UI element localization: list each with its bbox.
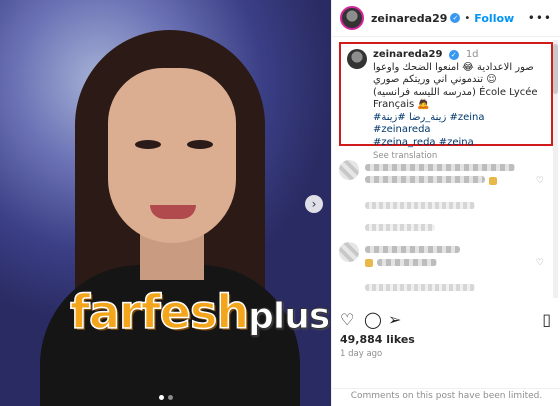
post-photo[interactable]: farfeshplus.com › [0,0,331,406]
heart-icon[interactable]: ♡ [340,311,354,329]
caption-line-1: صور الاعدادية 😂 امنعوا الضحك واوعوا [373,61,534,73]
comment-heart-icon[interactable]: ♡ [536,258,544,268]
comment-blurred [339,218,544,238]
next-arrow-icon[interactable]: › [305,195,323,213]
comment-meta-blur [365,284,475,291]
caption-verified-icon: ✓ [448,50,459,60]
watermark-sub: plus.com [248,296,331,338]
caption-username[interactable]: zeinareda29 [373,49,442,60]
comment-reply-blur [365,224,435,231]
comment-meta-blur [365,202,475,209]
follow-button[interactable]: Follow [474,12,514,25]
comment-heart-icon[interactable]: ♡ [536,176,544,186]
comment-emoji [489,177,497,185]
watermark: farfeshplus.com [69,284,331,340]
comment-text-blur [365,246,460,253]
comment-emoji [365,259,373,267]
watermark-main: farfesh [69,284,250,340]
verified-icon: ✓ [450,13,461,23]
comment-text-blur [365,164,515,171]
share-icon[interactable]: ➢ [388,311,401,329]
comment-blurred: ♡ [339,160,544,220]
photo-eye-left [135,140,161,149]
comment-avatar[interactable] [339,160,359,180]
caption-line-4: Français 🙇 [373,99,430,110]
caption-row: zeinareda29 ✓ 1d صور الاعدادية 😂 امنعوا … [347,49,545,163]
comment-text-blur [365,176,485,183]
caption-avatar[interactable] [347,49,367,69]
caption-highlight-box: zeinareda29 ✓ 1d صور الاعدادية 😂 امنعوا … [339,42,553,161]
photo-eye-right [187,140,213,149]
photo-mouth [150,205,196,219]
comment-avatar[interactable] [339,242,359,262]
comment-icon[interactable]: ◯ [364,311,382,329]
caption-line-3: (مدرسه الليسه فرانسيه) École Lycée [373,86,538,98]
header-separator: • [464,12,471,24]
comments-limited-notice: Comments on this post have been limited. [332,388,560,401]
scrollbar-thumb[interactable] [553,44,558,94]
instagram-post: farfeshplus.com › zeinareda29 ✓ • Follow… [0,0,560,406]
caption-line-2: تندموني اني وريتكم صوري ☺ [373,74,497,85]
caption-body: zeinareda29 ✓ 1d صور الاعدادية 😂 امنعوا … [373,49,545,163]
avatar[interactable] [340,6,364,30]
carousel-dot-active[interactable] [158,395,164,400]
more-options-icon[interactable]: ••• [528,11,552,25]
caption-hashtags-2[interactable]: #zeina_reda #zeina [373,137,545,150]
carousel-dots [0,395,331,400]
caption-time[interactable]: 1d [466,49,479,60]
caption-hashtags-1[interactable]: #زينة_رضا #زينة #zeina #zeinareda [373,112,545,137]
post-side-panel: zeinareda29 ✓ • Follow ••• zeinareda29 ✓… [331,0,560,406]
carousel-dot[interactable] [167,395,173,400]
action-bar: ♡ ◯ ➢ ▯ [340,311,553,331]
comment-text-blur [377,259,437,266]
post-header: zeinareda29 ✓ • Follow ••• [332,0,560,37]
header-username[interactable]: zeinareda29 [371,12,447,25]
comment-blurred: ♡ [339,242,544,302]
post-time-ago[interactable]: 1 day ago [340,349,382,359]
likes-count[interactable]: 49,884 likes [340,333,415,346]
bookmark-icon[interactable]: ▯ [542,311,551,329]
